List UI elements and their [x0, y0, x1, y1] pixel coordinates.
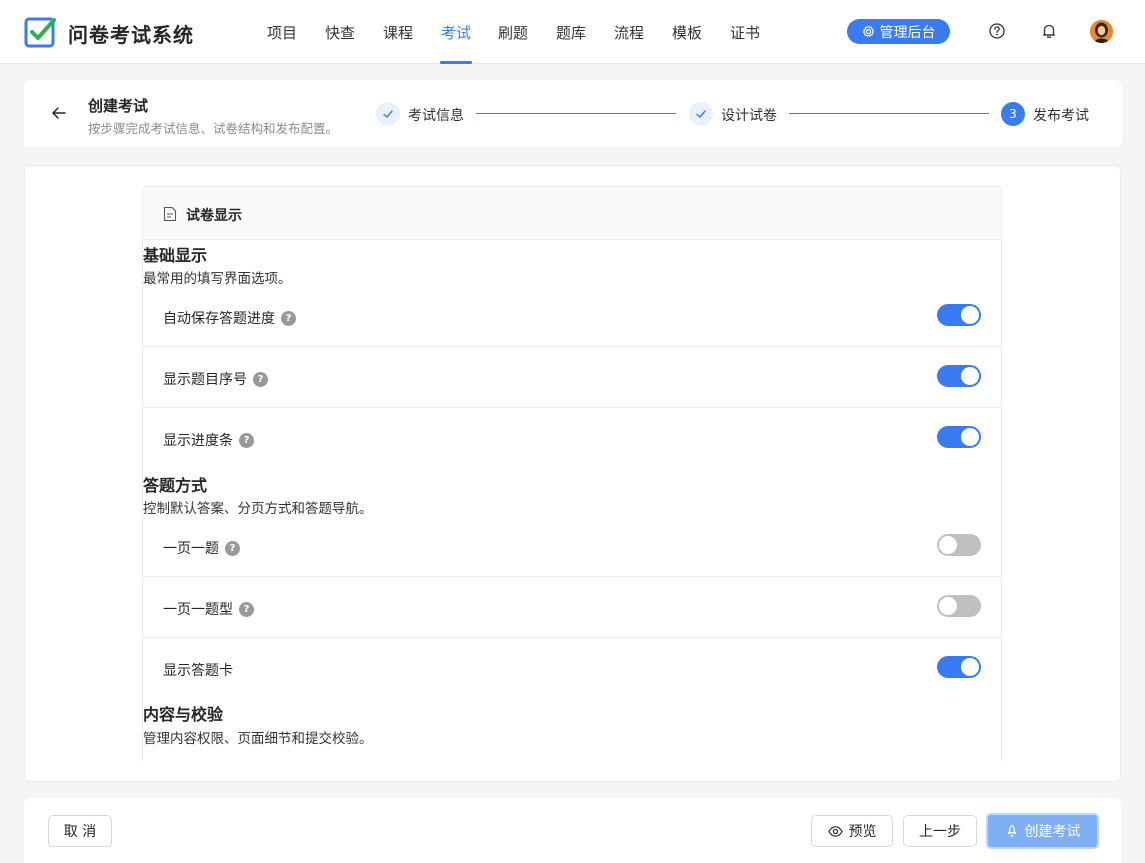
step-1-label[interactable]: 考试信息	[408, 105, 464, 125]
step-2-check-icon	[689, 102, 713, 126]
question-mark-icon[interactable]: ?	[225, 540, 240, 556]
document-icon	[163, 206, 177, 222]
create-exam-button[interactable]: 创建考试	[986, 813, 1099, 849]
step-connector-1	[476, 113, 676, 114]
nav-item-projects[interactable]: 项目	[267, 22, 297, 64]
nav-active-underline	[440, 61, 473, 64]
autosave-toggle[interactable]	[937, 304, 981, 326]
rocket-icon	[1007, 824, 1016, 838]
nav-item-certificates[interactable]: 证书	[730, 22, 760, 64]
page-title: 创建考试	[88, 97, 149, 115]
avatar-portrait-icon	[1090, 20, 1113, 43]
step-3-number: 3	[1001, 102, 1025, 126]
step-2-label[interactable]: 设计试卷	[721, 105, 777, 125]
section-title-answer-mode: 答题方式	[143, 476, 208, 495]
paper-display-panel: 试卷显示 基础显示 最常用的填写界面选项。 自动保存答题进度? 显示题目序号? …	[142, 186, 1002, 762]
section-desc-basic-display: 最常用的填写界面选项。	[143, 271, 292, 287]
setting-label: 显示进度条?	[163, 430, 254, 450]
user-avatar[interactable]	[1090, 20, 1113, 43]
nav-item-workflow[interactable]: 流程	[614, 22, 644, 64]
section-title-basic-display: 基础显示	[143, 246, 208, 265]
create-exam-header: 创建考试 按步骤完成考试信息、试卷结构和发布配置。 考试信息 设计试卷 3 发布…	[24, 80, 1122, 147]
setting-row-answer-card: 显示答题卡	[143, 638, 1001, 699]
footer-action-bar: 取 消 预览 上一步 创建考试	[24, 798, 1121, 863]
back-arrow-icon[interactable]	[51, 105, 67, 121]
previous-step-button[interactable]: 上一步	[903, 815, 977, 847]
top-nav-bar: 问卷考试系统 项目 快查 课程 考试 刷题 题库 流程 模板 证书 管理后台	[0, 0, 1145, 64]
question-mark-icon[interactable]: ?	[239, 601, 254, 617]
panel-header: 试卷显示	[143, 187, 1001, 240]
setting-row-one-type-per-page: 一页一题型?	[143, 577, 1001, 638]
nav-item-practice[interactable]: 刷题	[498, 22, 528, 64]
progress-bar-toggle[interactable]	[937, 426, 981, 448]
page-subtitle: 按步骤完成考试信息、试卷结构和发布配置。	[88, 121, 339, 136]
setting-label: 显示题目序号?	[163, 369, 268, 389]
section-desc-answer-mode: 控制默认答案、分页方式和答题导航。	[143, 501, 373, 517]
bell-icon[interactable]	[1040, 22, 1058, 40]
nav-item-courses[interactable]: 课程	[383, 22, 413, 64]
nav-item-templates[interactable]: 模板	[672, 22, 702, 64]
admin-console-label: 管理后台	[879, 24, 936, 41]
setting-label: 显示答题卡	[163, 663, 233, 679]
one-type-per-page-toggle[interactable]	[937, 595, 981, 617]
panel-title: 试卷显示	[186, 208, 242, 224]
question-mark-icon[interactable]: ?	[281, 310, 296, 326]
gear-icon	[862, 25, 874, 37]
help-circle-icon[interactable]	[988, 22, 1006, 40]
setting-row-autosave: 自动保存答题进度?	[143, 286, 1001, 347]
nav-item-question-bank[interactable]: 题库	[556, 22, 586, 64]
setting-label: 一页一题型?	[163, 599, 254, 619]
logo-checkbox-icon	[24, 17, 56, 48]
step-3-label[interactable]: 发布考试	[1033, 105, 1089, 125]
answer-card-toggle[interactable]	[937, 656, 981, 678]
setting-row-progress-bar: 显示进度条?	[143, 408, 1001, 469]
settings-card: 试卷显示 基础显示 最常用的填写界面选项。 自动保存答题进度? 显示题目序号? …	[24, 165, 1121, 782]
step-connector-2	[789, 113, 989, 114]
eye-icon	[827, 825, 843, 837]
setting-label: 自动保存答题进度?	[163, 308, 296, 328]
brand-name: 问卷考试系统	[68, 23, 194, 47]
preview-button[interactable]: 预览	[811, 815, 893, 847]
setting-row-one-per-page: 一页一题?	[143, 516, 1001, 577]
section-desc-content-validation: 管理内容权限、页面细节和提交校验。	[143, 731, 373, 747]
step-1-check-icon	[376, 102, 400, 126]
one-per-page-toggle[interactable]	[937, 534, 981, 556]
cancel-button[interactable]: 取 消	[48, 815, 112, 847]
admin-console-button[interactable]: 管理后台	[847, 19, 950, 44]
section-title-content-validation: 内容与校验	[143, 705, 224, 724]
question-mark-icon[interactable]: ?	[253, 371, 268, 387]
question-mark-icon[interactable]: ?	[239, 432, 254, 448]
question-number-toggle[interactable]	[937, 365, 981, 387]
setting-row-question-number: 显示题目序号?	[143, 347, 1001, 408]
setting-label: 一页一题?	[163, 538, 240, 558]
nav-item-quick-check[interactable]: 快查	[325, 22, 355, 64]
nav-item-exams[interactable]: 考试	[440, 22, 473, 64]
